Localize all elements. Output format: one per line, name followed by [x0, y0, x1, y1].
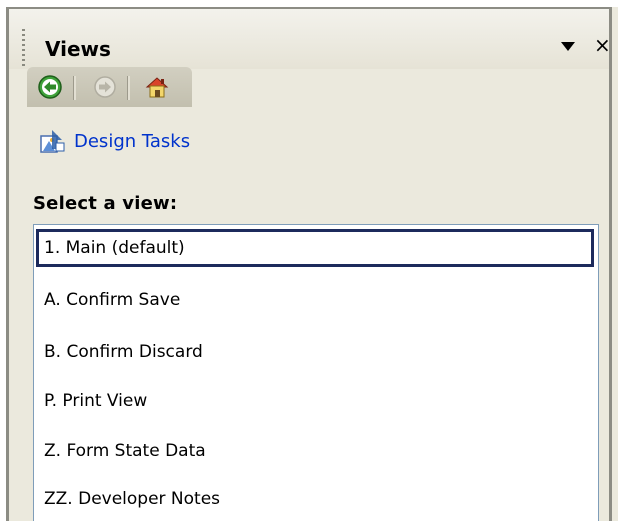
- forward-arrow-icon[interactable]: [92, 74, 118, 100]
- view-label: B. Confirm Discard: [44, 342, 203, 362]
- view-list-item-selected[interactable]: 1. Main (default): [36, 229, 594, 267]
- view-list-item[interactable]: P. Print View: [36, 382, 594, 420]
- toolbar-separator: [127, 76, 130, 100]
- views-task-pane: Views × Design Tasks Select a view: 1. M…: [0, 0, 618, 521]
- view-label: P. Print View: [44, 391, 148, 411]
- pane-title-bar: Views ×: [9, 9, 611, 69]
- view-label: A. Confirm Save: [44, 290, 181, 310]
- drag-grip-icon[interactable]: [22, 29, 25, 69]
- pane-title: Views: [45, 37, 111, 61]
- view-list-item[interactable]: A. Confirm Save: [36, 281, 594, 319]
- navigation-toolbar: [27, 67, 192, 107]
- close-icon[interactable]: ×: [594, 35, 611, 55]
- pane-top-edge: [0, 0, 618, 7]
- view-label: 1. Main (default): [44, 238, 185, 258]
- design-tasks-label[interactable]: Design Tasks: [74, 131, 190, 152]
- pane-left-edge: [0, 0, 6, 521]
- design-tasks-icon: [40, 130, 65, 153]
- design-tasks-link[interactable]: Design Tasks: [38, 126, 190, 156]
- view-list-item[interactable]: ZZ. Developer Notes: [36, 480, 594, 518]
- pane-menu-dropdown-icon[interactable]: [561, 42, 575, 51]
- view-label: ZZ. Developer Notes: [44, 489, 221, 509]
- toolbar-separator: [73, 76, 76, 100]
- views-listbox[interactable]: 1. Main (default) A. Confirm Save B. Con…: [33, 224, 599, 521]
- view-list-item[interactable]: B. Confirm Discard: [36, 333, 594, 371]
- view-label: Z. Form State Data: [44, 441, 206, 461]
- back-arrow-icon[interactable]: [37, 74, 63, 100]
- view-list-item[interactable]: Z. Form State Data: [36, 432, 594, 470]
- home-icon[interactable]: [144, 74, 170, 100]
- select-view-heading: Select a view:: [33, 193, 178, 214]
